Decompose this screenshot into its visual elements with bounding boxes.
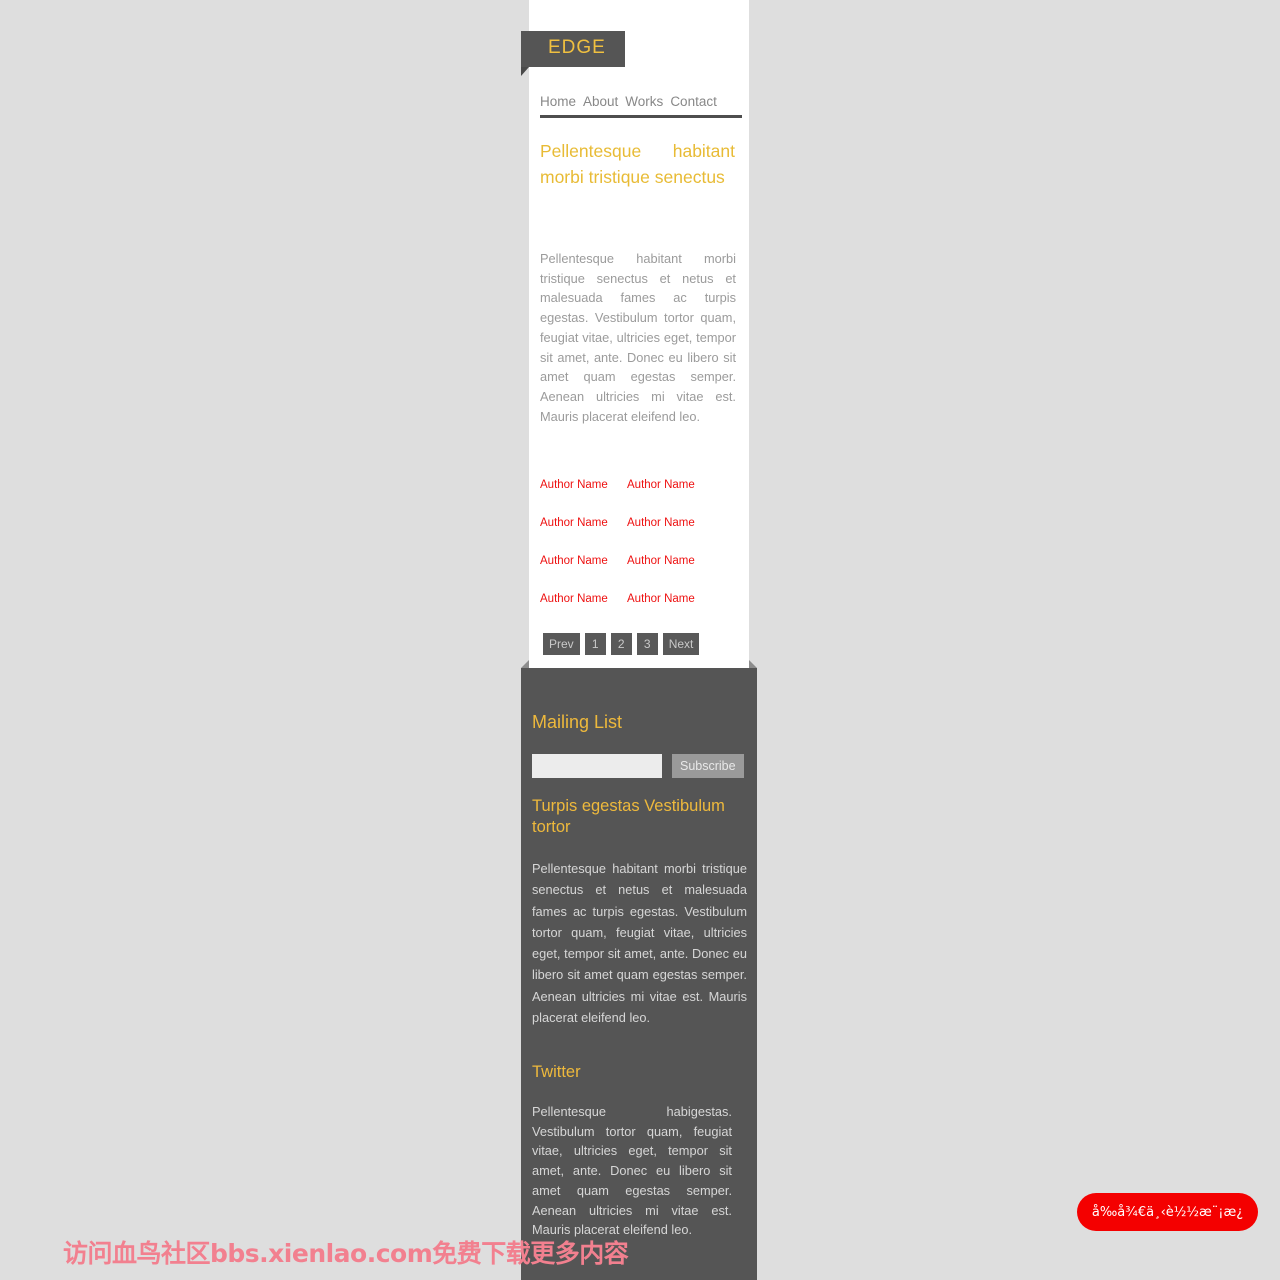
subscribe-button[interactable]: Subscribe xyxy=(672,754,744,778)
download-template-button[interactable]: å‰å¾€ä¸‹è½½æ¨¡æ¿ xyxy=(1077,1193,1258,1231)
article-title: Pellentesque habitant morbi tristique se… xyxy=(540,141,735,187)
brand-logo-ribbon[interactable]: EDGE xyxy=(521,31,625,76)
author-link[interactable]: Author Name xyxy=(540,554,608,568)
panel-fold-left-icon xyxy=(521,660,529,668)
nav-item-about[interactable]: About xyxy=(583,93,618,110)
brand-name: EDGE xyxy=(548,37,606,58)
author-link[interactable]: Author Name xyxy=(540,592,608,606)
author-row: Author Name Author Name xyxy=(540,516,740,554)
pagination: Prev 1 2 3 Next xyxy=(543,633,700,655)
turpis-section-body: Pellentesque habitant morbi tristique se… xyxy=(532,861,747,1026)
author-link[interactable]: Author Name xyxy=(540,516,608,530)
site-watermark: 访问血鸟社区bbs.xienlao.com免费下载更多内容 xyxy=(63,1239,629,1268)
pagination-next-button[interactable]: Next xyxy=(662,633,700,655)
subscribe-email-input[interactable] xyxy=(532,754,662,778)
pagination-page-2[interactable]: 2 xyxy=(610,633,632,655)
author-row: Author Name Author Name xyxy=(540,478,740,516)
ribbon-body: EDGE xyxy=(529,31,625,67)
nav-item-contact[interactable]: Contact xyxy=(670,93,717,110)
pagination-page-1[interactable]: 1 xyxy=(584,633,606,655)
footer-panel: Mailing List Subscribe Turpis egestas Ve… xyxy=(521,660,757,1280)
ribbon-tail xyxy=(521,31,529,67)
ribbon-fold-icon xyxy=(521,67,529,76)
turpis-section-heading: Turpis egestas Vestibulum tortor xyxy=(532,797,725,836)
nav-item-home[interactable]: Home xyxy=(540,93,576,110)
mailing-list-heading: Mailing List xyxy=(532,712,623,732)
author-link[interactable]: Author Name xyxy=(627,478,695,492)
nav-item-works[interactable]: Works xyxy=(625,93,663,110)
author-row: Author Name Author Name xyxy=(540,554,740,592)
author-link-list: Author Name Author Name Author Name Auth… xyxy=(540,478,740,630)
page-root: EDGE Home About Works Contact Pellentesque … xyxy=(0,0,1280,1280)
author-link[interactable]: Author Name xyxy=(627,592,695,606)
twitter-section-heading: Twitter xyxy=(532,1063,581,1081)
author-link[interactable]: Author Name xyxy=(627,554,695,568)
author-link[interactable]: Author Name xyxy=(627,516,695,530)
pagination-prev-button[interactable]: Prev xyxy=(543,633,580,655)
author-row: Author Name Author Name xyxy=(540,592,740,630)
article-body-text: Pellentesque habitant morbi tristique se… xyxy=(540,251,736,424)
author-link[interactable]: Author Name xyxy=(540,478,608,492)
pagination-page-3[interactable]: 3 xyxy=(636,633,658,655)
subscribe-form: Subscribe xyxy=(532,754,744,778)
twitter-section-body: Pellentesque habigestas. Vestibulum tort… xyxy=(532,1104,732,1238)
panel-fold-right-icon xyxy=(749,660,757,668)
main-navigation: Home About Works Contact xyxy=(540,93,742,118)
